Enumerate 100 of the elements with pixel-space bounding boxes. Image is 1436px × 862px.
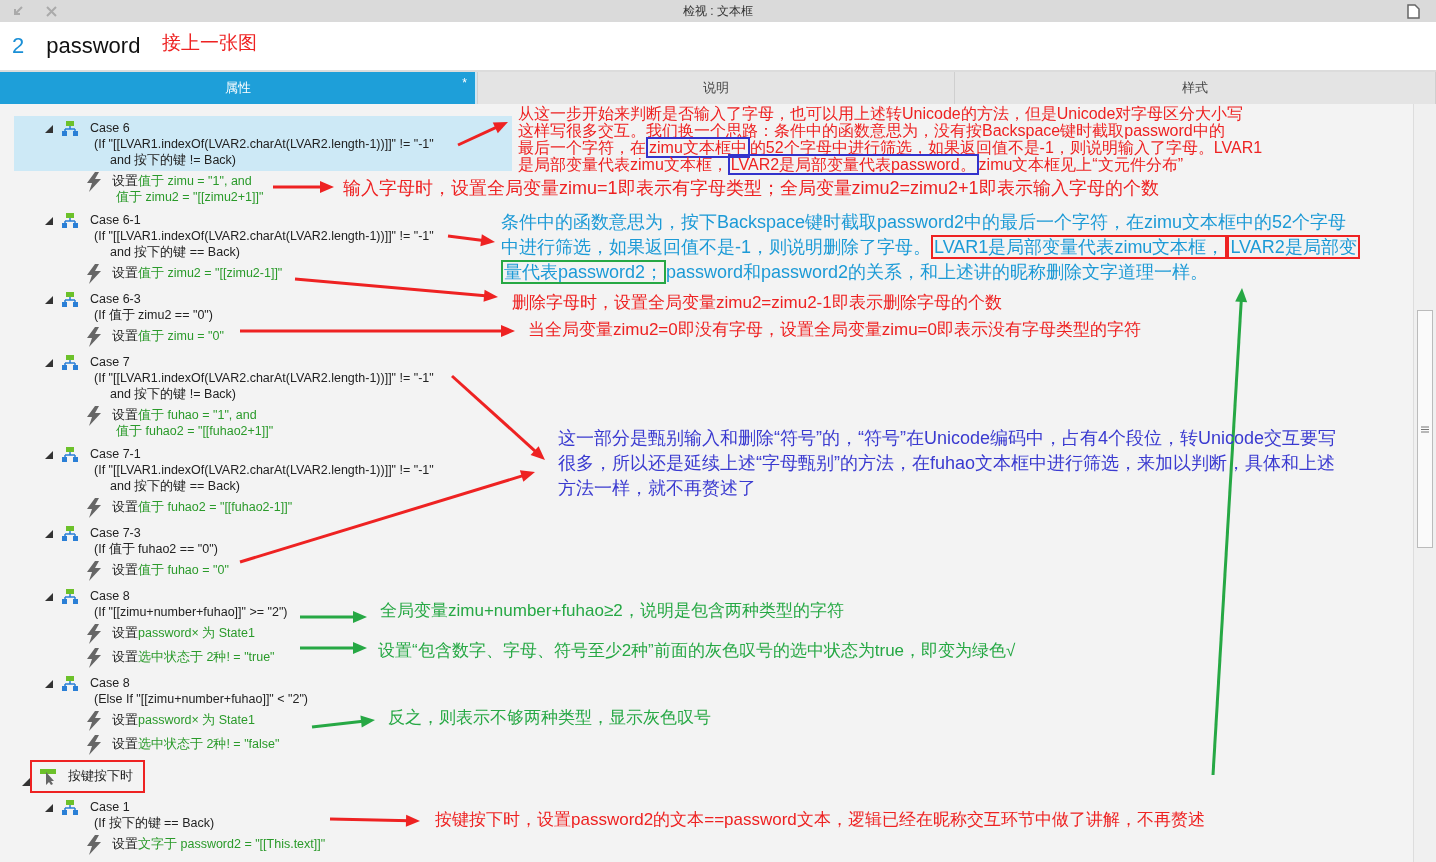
scrollbar[interactable] — [1413, 104, 1436, 862]
action-text: 设置值于 zimu = "0" — [112, 328, 224, 344]
lightning-icon — [86, 711, 102, 731]
action-text: 设置值于 zimu2 = "[[zimu2-1]]" — [112, 265, 283, 281]
case-row[interactable]: Case 6-1 (If "[[LVAR1.indexOf(LVAR2.charAt(LVAR2.length-1))]]" != "-1" and 按下的键 == Back) — [14, 208, 442, 263]
lightning-icon — [86, 561, 102, 581]
annotation-text: 全局变量zimu+number+fuhao≥2，说明是包含两种类型的字符 — [380, 600, 844, 622]
case-title: Case 1 — [90, 799, 131, 815]
case-row[interactable]: Case 7-3 (If 值于 fuhao2 == "0") — [14, 521, 226, 560]
case-title: Case 6-1 — [90, 212, 142, 228]
document-icon[interactable] — [1407, 3, 1420, 19]
lightning-icon — [86, 648, 102, 668]
case-condition: (If "[[LVAR1.indexOf(LVAR2.charAt(LVAR2.length-1))]]" != "-1" — [93, 228, 434, 244]
arrow — [457, 122, 508, 147]
case-icon — [62, 800, 78, 815]
case-condition: (If 值于 fuhao2 == "0") — [93, 541, 218, 557]
case-row[interactable]: Case 6-3 (If 值于 zimu2 == "0") — [14, 287, 221, 326]
expand-icon[interactable] — [45, 680, 53, 688]
action-text: 设置值于 zimu = "1", and — [112, 173, 253, 189]
panel-tab[interactable]: 样式 — [955, 72, 1435, 104]
expand-icon[interactable] — [45, 296, 53, 304]
action-text: 设置值于 fuhao = "1", and — [112, 407, 258, 423]
annotation-text: 删除字母时，设置全局变量zimu2=zimu2-1即表示删除字母的个数 — [512, 292, 1002, 314]
action-text: 设置文字于 password2 = "[[This.text]]" — [112, 836, 326, 852]
expand-icon[interactable] — [45, 217, 53, 225]
arrow — [311, 715, 375, 729]
case-icon — [62, 676, 78, 691]
case-condition: and 按下的键 != Back) — [109, 386, 237, 402]
expand-icon[interactable] — [22, 777, 30, 786]
grip-icon — [1421, 425, 1429, 433]
annotation-text: 接上一张图 — [162, 31, 258, 55]
action-text: 值于 fuhao2 = "[[fuhao2+1]]" — [115, 423, 274, 439]
lightning-icon — [86, 624, 102, 644]
expand-icon[interactable] — [45, 359, 53, 367]
expand-icon[interactable] — [45, 530, 53, 538]
case-condition: (If 值于 zimu2 == "0") — [93, 307, 213, 323]
arrow — [273, 181, 334, 193]
case-row[interactable]: Case 8 (Else If "[[zimu+number+fuhao]]" < "2") — [14, 671, 317, 710]
widget-number: 2 — [12, 33, 25, 59]
arrow — [300, 611, 367, 623]
case-title: Case 8 — [90, 675, 131, 691]
case-row[interactable]: Case 1 (If 按下的键 == Back) — [14, 795, 223, 834]
lightning-icon — [86, 735, 102, 755]
case-icon — [62, 447, 78, 462]
annotation-text: 反之，则表示不够两种类型，显示灰色叹号 — [388, 707, 711, 729]
case-title: Case 6 — [90, 120, 131, 136]
lightning-icon — [86, 327, 102, 347]
window-title: 检视 : 文本框 — [683, 2, 753, 20]
lightning-icon — [86, 498, 102, 518]
annotation-text: 设置“包含数字、字母、符号至少2种”前面的灰色叹号的选中状态为true，即变为绿色√ — [378, 640, 1016, 662]
scrollbar-thumb[interactable] — [1417, 310, 1433, 548]
expand-icon[interactable] — [45, 593, 53, 601]
annotation-text: 按键按下时，设置password2的文本==password文本，逻辑已经在昵称交互环节中做了讲解，不再赘述 — [435, 809, 1205, 831]
case-icon — [62, 121, 78, 136]
action-text: 设置值于 fuhao2 = "[[fuhao2-1]]" — [112, 499, 293, 515]
case-row[interactable]: Case 7 (If "[[LVAR1.indexOf(LVAR2.charAt(LVAR2.length-1))]]" != "-1" and 按下的键 != Back) — [14, 350, 442, 405]
case-condition: and 按下的键 != Back) — [109, 152, 237, 168]
action-text: 设置password× 为 State1 — [112, 712, 255, 728]
event-label[interactable]: 按键按下时 — [68, 768, 133, 785]
action-text: 设置选中状态于 2种! = "false" — [112, 736, 280, 752]
annotation-text: 输入字母时，设置全局变量zimu=1即表示有字母类型；全局变量zimu2=zimu2+1即表示输入字母的个数 — [343, 177, 1159, 200]
case-condition: (Else If "[[zimu+number+fuhao]]" < "2") — [93, 691, 309, 707]
case-title: Case 8 — [90, 588, 131, 604]
case-title: Case 7-3 — [90, 525, 142, 541]
case-condition: (If "[[zimu+number+fuhao]]" >= "2") — [93, 604, 288, 620]
lightning-icon — [86, 406, 102, 426]
case-condition: and 按下的键 == Back) — [109, 244, 241, 260]
case-icon — [62, 292, 78, 307]
annotation-text: 条件中的函数意思为，按下Backspace键时截取password2中的最后一个字符，在zimu文本框中的52个字母 中进行筛选，如果返回值不是-1，则说明删除了字母。 LVAR1是局部变量代表zimu文本框， LVAR2是局部变 量代表password2； password和password2的关系，和上述讲的昵称删除文字道理一样。 — [501, 210, 1360, 285]
action-text: 设置值于 fuhao = "0" — [112, 562, 229, 578]
case-title: Case 7-1 — [90, 446, 142, 462]
case-title: Case 6-3 — [90, 291, 142, 307]
case-row[interactable]: Case 6 (If "[[LVAR1.indexOf(LVAR2.charAt(LVAR2.length-1))]]" != "-1" and 按下的键 != Back) — [14, 116, 512, 171]
case-icon — [62, 589, 78, 604]
case-icon — [62, 526, 78, 541]
expand-icon[interactable] — [45, 451, 53, 459]
case-row[interactable]: Case 8 (If "[[zimu+number+fuhao]]" >= "2") — [14, 584, 296, 623]
case-condition: (If 按下的键 == Back) — [93, 815, 215, 831]
arrow — [447, 234, 495, 247]
case-condition: (If "[[LVAR1.indexOf(LVAR2.charAt(LVAR2.length-1))]]" != "-1" — [93, 370, 434, 386]
lightning-icon — [86, 264, 102, 284]
expand-icon[interactable] — [45, 125, 53, 133]
case-condition: (If "[[LVAR1.indexOf(LVAR2.charAt(LVAR2.length-1))]]" != "-1" — [93, 136, 434, 152]
lightning-icon — [86, 172, 102, 192]
cursor-event-icon — [40, 768, 58, 785]
case-condition: (If "[[LVAR1.indexOf(LVAR2.charAt(LVAR2.length-1))]]" != "-1" — [93, 462, 434, 478]
lightning-icon — [86, 835, 102, 855]
action-text: 值于 zimu2 = "[[zimu2+1]]" — [115, 189, 264, 205]
case-icon — [62, 355, 78, 370]
arrow — [300, 642, 367, 654]
widget-name: password — [46, 33, 141, 59]
case-row[interactable]: Case 7-1 (If "[[LVAR1.indexOf(LVAR2.charAt(LVAR2.length-1))]]" != "-1" and 按下的键 == Back) — [14, 442, 442, 497]
action-text: 设置选中状态于 2种! = "true" — [112, 649, 275, 665]
case-icon — [62, 213, 78, 228]
case-title: Case 7 — [90, 354, 131, 370]
annotation-text: 当全局变量zimu2=0即没有字母，设置全局变量zimu=0即表示没有字母类型的字符 — [528, 319, 1141, 341]
expand-icon[interactable] — [45, 804, 53, 812]
case-condition: and 按下的键 == Back) — [109, 478, 241, 494]
panel-tab[interactable]: 说明 — [478, 72, 954, 104]
action-text: 设置password× 为 State1 — [112, 625, 255, 641]
